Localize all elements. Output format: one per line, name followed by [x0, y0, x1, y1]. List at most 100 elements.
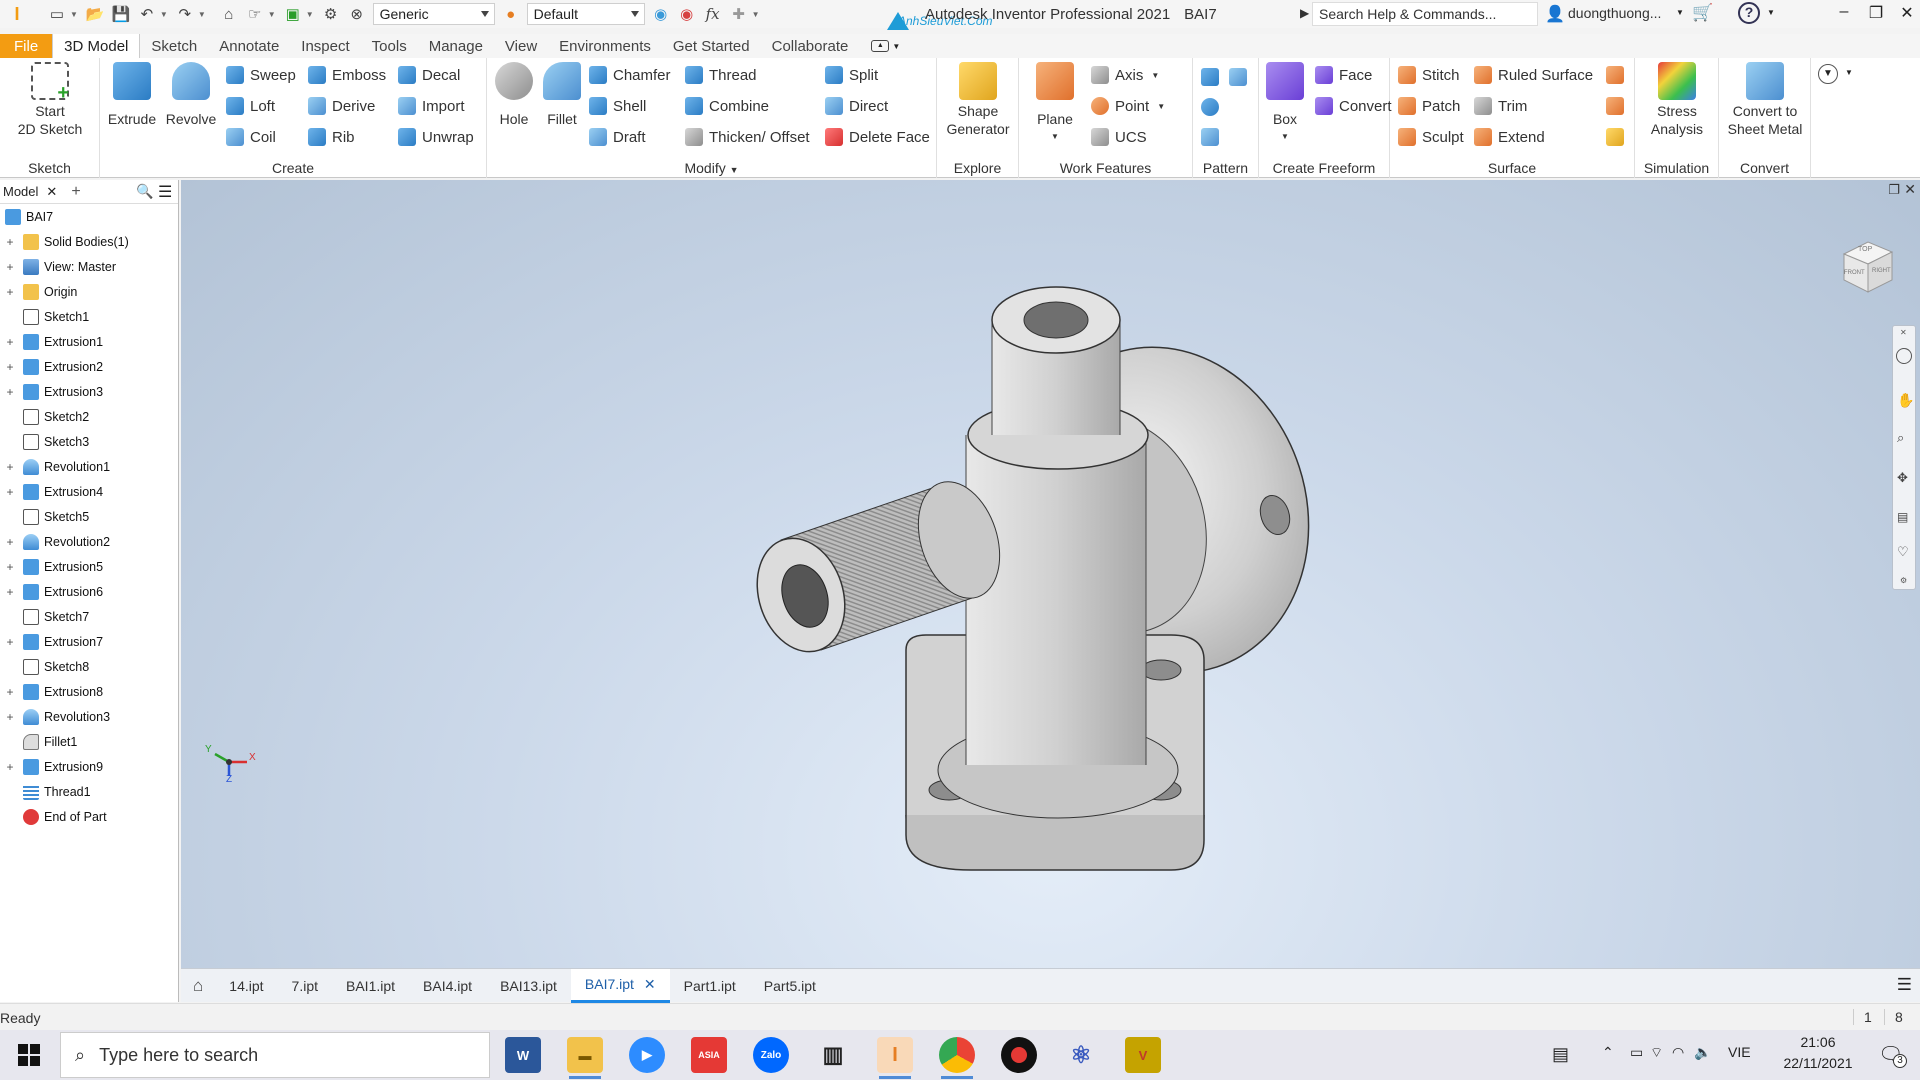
home-tab-icon[interactable]: ⌂: [181, 976, 215, 996]
new-dropdown-icon[interactable]: ▼: [70, 10, 78, 19]
tree-item[interactable]: + Revolution2: [0, 530, 110, 554]
tree-item[interactable]: Sketch5: [0, 505, 89, 529]
repair-icon[interactable]: [1606, 128, 1624, 146]
update-icon[interactable]: ▣: [282, 3, 304, 25]
zoom-app-icon[interactable]: ▶: [629, 1037, 665, 1073]
panel-options-icon[interactable]: ▲: [871, 40, 890, 52]
search-icon[interactable]: 🔍: [136, 183, 153, 200]
expand-toggle-icon[interactable]: +: [5, 335, 15, 349]
panel-options-dropdown-icon[interactable]: ▼: [892, 42, 900, 51]
expand-toggle-icon[interactable]: +: [5, 760, 15, 774]
battery-icon[interactable]: ▭: [1630, 1044, 1643, 1061]
select-dropdown-icon[interactable]: ▼: [268, 10, 276, 19]
derive-button[interactable]: Derive: [308, 95, 375, 117]
expand-toggle-icon[interactable]: +: [5, 360, 15, 374]
user-name[interactable]: duongthuong...: [1568, 5, 1661, 21]
help-icon[interactable]: ?: [1738, 2, 1760, 24]
wifi-icon[interactable]: ◠: [1672, 1044, 1684, 1061]
atom-app-icon[interactable]: ⚛: [1063, 1037, 1099, 1073]
hamburger-menu-icon[interactable]: ☰: [158, 182, 172, 202]
axis-button[interactable]: Axis ▼: [1091, 64, 1159, 86]
parameters-fx-icon[interactable]: fx: [702, 3, 724, 25]
loft-button[interactable]: Loft: [226, 95, 275, 117]
vietkey-app-icon[interactable]: V: [1125, 1037, 1161, 1073]
zoom-icon[interactable]: ⌕: [1897, 430, 1904, 446]
hole-button[interactable]: Hole: [491, 62, 537, 128]
expand-toggle-icon[interactable]: +: [5, 235, 15, 249]
tree-item[interactable]: Sketch3: [0, 430, 89, 454]
ribbon-options-icon[interactable]: ▼: [1818, 64, 1838, 84]
tree-item[interactable]: + Extrusion3: [0, 380, 103, 404]
tree-item[interactable]: Fillet1: [0, 730, 77, 754]
coil-button[interactable]: Coil: [226, 126, 276, 148]
expand-toggle-icon[interactable]: +: [5, 260, 15, 274]
close-icon[interactable]: ✕: [1893, 3, 1920, 25]
navbar-options-icon[interactable]: ⚙: [1900, 576, 1907, 585]
document-tab[interactable]: 14.ipt: [215, 969, 277, 1003]
news-widget-icon[interactable]: ▤: [1552, 1044, 1569, 1065]
open-file-icon[interactable]: 📂: [84, 3, 106, 25]
expand-toggle-icon[interactable]: +: [5, 285, 15, 299]
shape-generator-button[interactable]: Shape Generator: [939, 62, 1017, 138]
document-tab[interactable]: BAI1.ipt: [332, 969, 409, 1003]
tree-item[interactable]: + Revolution3: [0, 705, 110, 729]
start-2d-sketch-button[interactable]: + Start 2D Sketch: [8, 62, 92, 138]
clock-time[interactable]: 21:06: [1788, 1034, 1848, 1050]
chevron-right-icon[interactable]: ▶: [1300, 6, 1309, 20]
extrude-button[interactable]: Extrude: [106, 62, 158, 128]
tab-annotate[interactable]: Annotate: [208, 34, 290, 58]
decal-button[interactable]: Decal: [398, 64, 460, 86]
update-dropdown-icon[interactable]: ▼: [306, 10, 314, 19]
tree-item[interactable]: + Solid Bodies(1): [0, 230, 129, 254]
import-button[interactable]: Import: [398, 95, 465, 117]
tree-item[interactable]: + Revolution1: [0, 455, 110, 479]
delete-face-button[interactable]: Delete Face: [825, 126, 930, 148]
cart-icon[interactable]: 🛒: [1692, 3, 1713, 23]
document-tab[interactable]: BAI4.ipt: [409, 969, 486, 1003]
undo-icon[interactable]: ↶: [136, 3, 158, 25]
expand-toggle-icon[interactable]: +: [5, 710, 15, 724]
sketch-pattern-icon[interactable]: [1201, 128, 1219, 146]
stitch-button[interactable]: Stitch: [1398, 64, 1460, 86]
inventor-logo-icon[interactable]: I: [6, 3, 28, 25]
select-icon[interactable]: ☞: [244, 3, 266, 25]
trim-button[interactable]: Trim: [1474, 95, 1527, 117]
extend-button[interactable]: Extend: [1474, 126, 1545, 148]
input-language[interactable]: VIE: [1728, 1044, 1751, 1060]
tree-item[interactable]: + Extrusion7: [0, 630, 103, 654]
look-at-icon[interactable]: ▤: [1897, 510, 1908, 524]
tree-item[interactable]: Sketch2: [0, 405, 89, 429]
rib-button[interactable]: Rib: [308, 126, 355, 148]
chamfer-button[interactable]: Chamfer: [589, 64, 671, 86]
redo-dropdown-icon[interactable]: ▼: [198, 10, 206, 19]
steering-wheel-icon[interactable]: [1896, 348, 1912, 364]
thread-button[interactable]: Thread: [685, 64, 757, 86]
home-icon[interactable]: ⌂: [218, 3, 240, 25]
tree-item[interactable]: + Extrusion2: [0, 355, 103, 379]
new-file-icon[interactable]: ▭: [46, 3, 68, 25]
chrome-app-icon[interactable]: [939, 1037, 975, 1079]
revolve-button[interactable]: Revolve: [162, 62, 220, 128]
document-tab[interactable]: BAI13.ipt: [486, 969, 571, 1003]
orbit-icon[interactable]: ✥: [1897, 470, 1908, 486]
expand-toggle-icon[interactable]: +: [5, 385, 15, 399]
thicken-offset-button[interactable]: Thicken/ Offset: [685, 126, 810, 148]
view-face-icon[interactable]: ♡: [1897, 544, 1909, 560]
document-tab[interactable]: Part5.ipt: [750, 969, 830, 1003]
viewcube[interactable]: TOP FRONT RIGHT: [1836, 234, 1896, 294]
expand-toggle-icon[interactable]: +: [5, 635, 15, 649]
draft-button[interactable]: Draft: [589, 126, 646, 148]
tab-collaborate[interactable]: Collaborate: [761, 34, 860, 58]
tree-item[interactable]: + Origin: [0, 280, 77, 304]
appearance-select[interactable]: Default: [526, 3, 645, 25]
tree-item[interactable]: Thread1: [0, 780, 91, 804]
minimize-icon[interactable]: –: [1830, 3, 1858, 25]
user-icon[interactable]: 👤: [1545, 4, 1565, 24]
tab-get-started[interactable]: Get Started: [662, 34, 761, 58]
expand-toggle-icon[interactable]: +: [5, 460, 15, 474]
tab-environments[interactable]: Environments: [548, 34, 662, 58]
garena-app-icon[interactable]: ASIA: [691, 1037, 727, 1073]
taskbar-search-input[interactable]: ⌕ Type here to search: [60, 1032, 490, 1078]
video-editor-icon[interactable]: ▥: [815, 1037, 851, 1073]
add-icon[interactable]: ✚: [728, 3, 750, 25]
